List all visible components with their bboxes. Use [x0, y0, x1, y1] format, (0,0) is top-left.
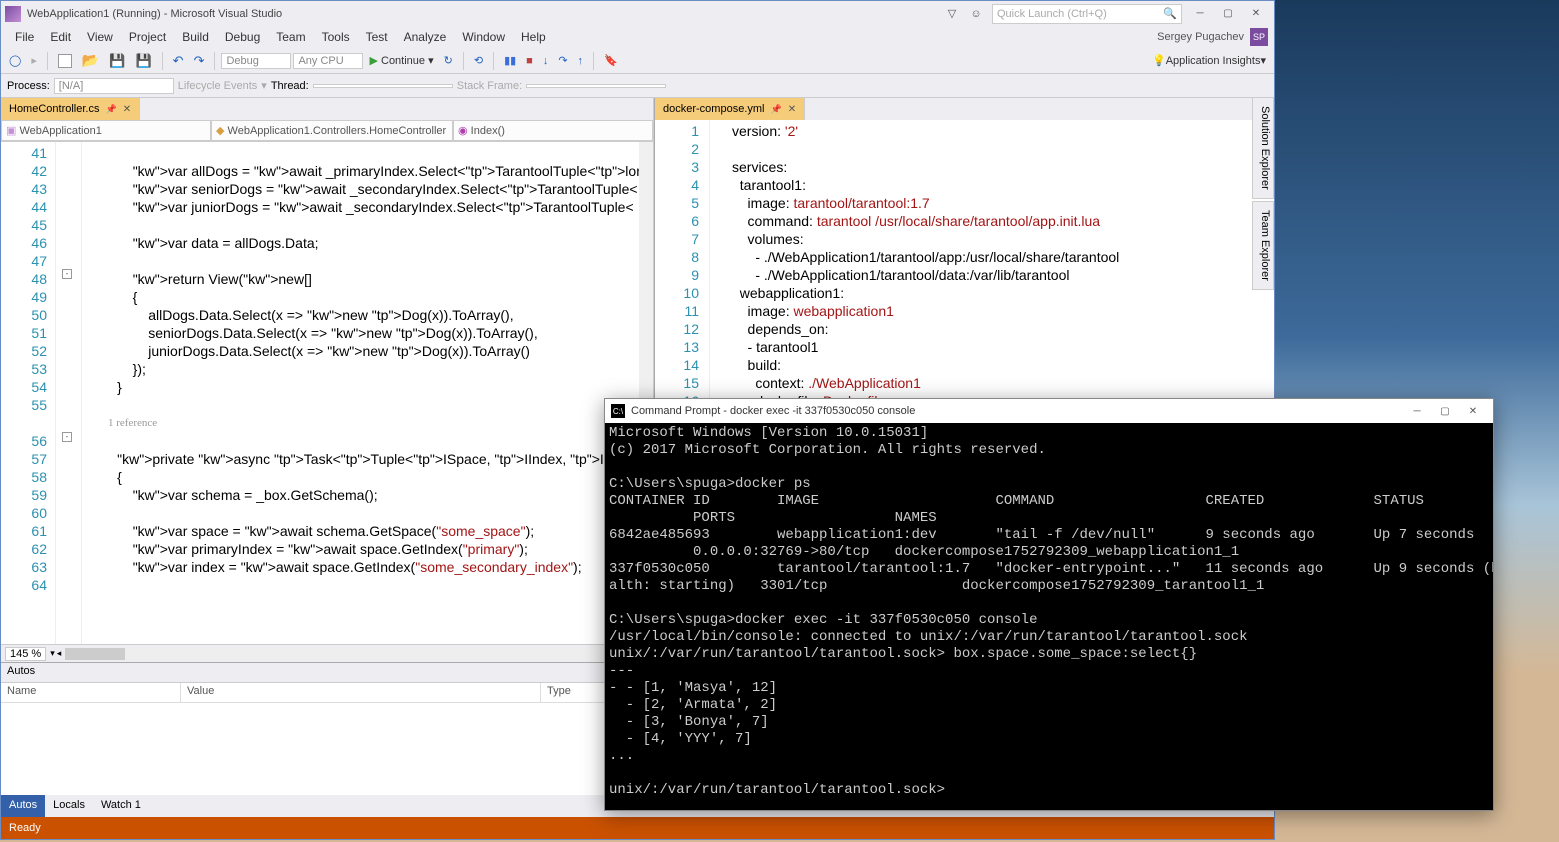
- new-button[interactable]: [54, 52, 76, 70]
- feedback-icon[interactable]: ☺: [968, 6, 984, 22]
- open-button[interactable]: 📂: [78, 50, 103, 71]
- status-bar: Ready: [1, 817, 1274, 839]
- step-over-button[interactable]: ↷: [554, 52, 571, 69]
- vs-logo-icon: [5, 6, 21, 22]
- left-editor-pane: HomeController.cs 📌 ✕ ▣ WebApplication1 …: [1, 98, 654, 662]
- thread-dropdown[interactable]: [313, 84, 453, 88]
- panel-tab-locals[interactable]: Locals: [45, 795, 93, 817]
- menu-test[interactable]: Test: [358, 28, 396, 46]
- stack-dropdown[interactable]: [526, 84, 666, 88]
- user-badge[interactable]: SP: [1250, 28, 1268, 46]
- side-tab-team-explorer[interactable]: Team Explorer: [1252, 201, 1274, 290]
- cmd-icon: C:\: [611, 404, 625, 418]
- bookmark-button[interactable]: 🔖: [600, 52, 622, 69]
- minimize-button[interactable]: ─: [1186, 3, 1214, 25]
- browser-link-button[interactable]: ⟲: [470, 52, 487, 69]
- save-button[interactable]: 💾: [105, 51, 129, 71]
- menu-project[interactable]: Project: [121, 28, 174, 46]
- close-button[interactable]: ✕: [1242, 3, 1270, 25]
- panel-tab-autos[interactable]: Autos: [1, 795, 45, 817]
- line-gutter: 414243444546474849505152535455 565758596…: [1, 142, 56, 644]
- menu-debug[interactable]: Debug: [217, 28, 268, 46]
- zoom-bar: 145 % ▾ ◂ ▸: [1, 644, 653, 662]
- step-into-button[interactable]: ↓: [539, 53, 553, 69]
- menu-help[interactable]: Help: [513, 28, 554, 46]
- menu-analyze[interactable]: Analyze: [396, 28, 455, 46]
- menu-tools[interactable]: Tools: [314, 28, 358, 46]
- pause-button[interactable]: ▮▮: [500, 52, 520, 69]
- continue-button[interactable]: ▶ Continue ▾: [365, 52, 437, 69]
- cmd-titlebar: C:\ Command Prompt - docker exec -it 337…: [605, 399, 1493, 423]
- fold-gutter: - -: [56, 142, 82, 644]
- close-icon[interactable]: ✕: [788, 104, 796, 115]
- cmd-minimize-button[interactable]: ─: [1403, 400, 1431, 422]
- user-name[interactable]: Sergey Pugachev: [1157, 31, 1244, 43]
- command-prompt-window: C:\ Command Prompt - docker exec -it 337…: [604, 398, 1494, 811]
- undo-button[interactable]: ↶: [169, 51, 188, 71]
- menu-window[interactable]: Window: [454, 28, 513, 46]
- config-dropdown[interactable]: Debug: [221, 53, 291, 69]
- tab-docker-compose[interactable]: docker-compose.yml 📌 ✕: [655, 98, 805, 120]
- code-body[interactable]: "kw">var allDogs = "kw">await _primaryIn…: [82, 142, 653, 644]
- main-toolbar: ◯ ▸ 📂 💾 💾 ↶ ↷ Debug Any CPU ▶ Continue ▾…: [1, 48, 1274, 74]
- menu-view[interactable]: View: [79, 28, 121, 46]
- window-title: WebApplication1 (Running) - Microsoft Vi…: [27, 8, 282, 20]
- panel-tab-watch-1[interactable]: Watch 1: [93, 795, 149, 817]
- debug-toolbar: Process: [N/A] Lifecycle Events ▾ Thread…: [1, 74, 1274, 98]
- zoom-dropdown[interactable]: 145 %: [5, 647, 46, 661]
- cmd-maximize-button[interactable]: ▢: [1431, 400, 1459, 422]
- restart-button[interactable]: ↻: [440, 52, 457, 69]
- code-nav-bar: ▣ WebApplication1 ◆ WebApplication1.Cont…: [1, 120, 653, 142]
- pin-icon[interactable]: 📌: [105, 104, 116, 115]
- nav-project-dropdown[interactable]: ▣ WebApplication1: [1, 120, 211, 141]
- left-tabs: HomeController.cs 📌 ✕: [1, 98, 653, 120]
- horizontal-scrollbar[interactable]: [63, 647, 640, 661]
- side-tab-solution-explorer[interactable]: Solution Explorer: [1252, 97, 1274, 199]
- quick-launch-input[interactable]: Quick Launch (Ctrl+Q) 🔍: [992, 4, 1182, 24]
- side-tabs: Solution Explorer Team Explorer: [1252, 97, 1274, 290]
- right-tabs: docker-compose.yml 📌 ✕: [655, 98, 1274, 120]
- titlebar: WebApplication1 (Running) - Microsoft Vi…: [1, 1, 1274, 26]
- close-icon[interactable]: ✕: [123, 104, 131, 115]
- nav-class-dropdown[interactable]: ◆ WebApplication1.Controllers.HomeContro…: [211, 120, 453, 141]
- menu-team[interactable]: Team: [268, 28, 313, 46]
- cmd-output[interactable]: Microsoft Windows [Version 10.0.15031] (…: [605, 423, 1493, 810]
- save-all-button[interactable]: 💾: [131, 51, 155, 71]
- app-insights-button[interactable]: 💡 Application Insights ▾: [1148, 52, 1270, 69]
- redo-button[interactable]: ↷: [190, 51, 209, 71]
- stop-button[interactable]: ■: [522, 53, 537, 69]
- nav-member-dropdown[interactable]: ◉ Index(): [453, 120, 653, 141]
- process-dropdown[interactable]: [N/A]: [54, 78, 174, 94]
- menu-file[interactable]: File: [7, 28, 42, 46]
- menu-build[interactable]: Build: [174, 28, 217, 46]
- nav-fwd-button[interactable]: ▸: [27, 52, 41, 69]
- code-editor[interactable]: 414243444546474849505152535455 565758596…: [1, 142, 653, 644]
- step-out-button[interactable]: ↑: [574, 53, 588, 69]
- nav-back-button[interactable]: ◯: [5, 52, 25, 69]
- menu-edit[interactable]: Edit: [42, 28, 79, 46]
- platform-dropdown[interactable]: Any CPU: [293, 53, 363, 69]
- notification-icon[interactable]: ▽: [944, 6, 960, 22]
- pin-icon[interactable]: 📌: [770, 104, 781, 115]
- tab-homecontroller[interactable]: HomeController.cs 📌 ✕: [1, 98, 140, 120]
- maximize-button[interactable]: ▢: [1214, 3, 1242, 25]
- menubar: FileEditViewProjectBuildDebugTeamToolsTe…: [1, 26, 1274, 48]
- cmd-close-button[interactable]: ✕: [1459, 400, 1487, 422]
